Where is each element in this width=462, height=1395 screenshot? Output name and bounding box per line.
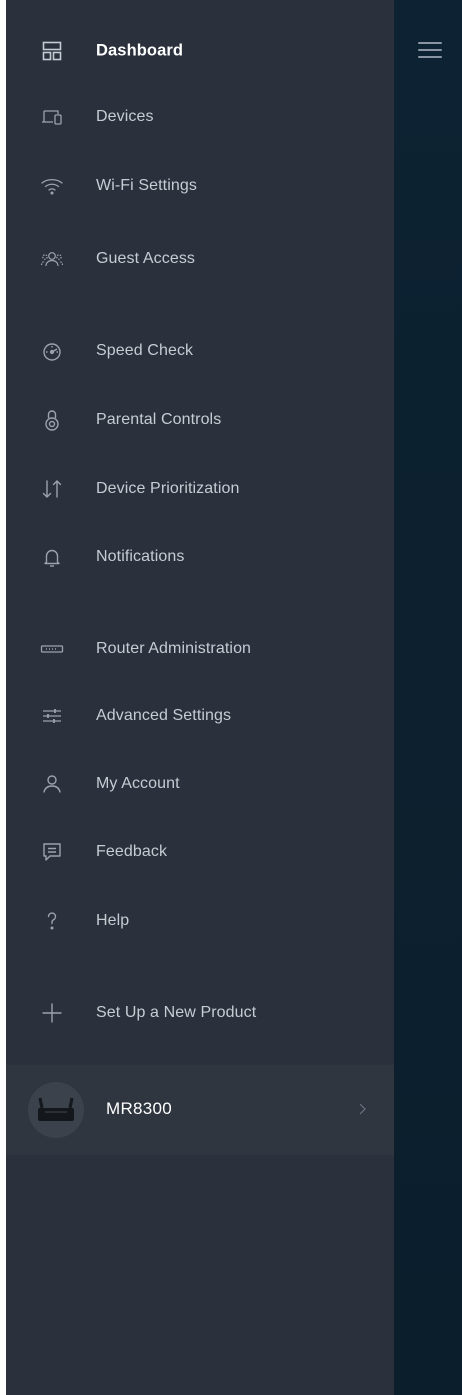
router-icon: [40, 637, 64, 661]
sidebar-item-label: Set Up a New Product: [96, 1004, 257, 1021]
sidebar-item-label: Dashboard: [96, 41, 184, 60]
sidebar-item-label: Feedback: [96, 843, 168, 860]
sidebar-item-set-up-new-product[interactable]: Set Up a New Product: [6, 991, 394, 1035]
router-list-item[interactable]: MR8300: [6, 1065, 394, 1155]
user-icon: [40, 772, 64, 796]
plus-icon: [40, 1001, 64, 1025]
dashboard-icon: [40, 39, 64, 63]
wifi-icon: [40, 174, 64, 198]
sidebar-item-help[interactable]: Help: [6, 899, 394, 943]
sidebar-item-router-administration[interactable]: Router Administration: [6, 627, 394, 671]
sidebar-item-label: Wi-Fi Settings: [96, 177, 197, 194]
sidebar-item-label: Parental Controls: [96, 411, 222, 428]
question-icon: [40, 909, 64, 933]
sidebar-item-label: Guest Access: [96, 250, 196, 267]
hamburger-menu-icon[interactable]: [418, 42, 442, 60]
router-name: MR8300: [106, 1099, 173, 1118]
router-avatar: [28, 1082, 84, 1138]
bell-icon: [40, 545, 64, 569]
sidebar-item-guest-access[interactable]: Guest Access: [6, 237, 394, 281]
chevron-right-icon: [356, 1101, 370, 1117]
guest-icon: [40, 247, 64, 271]
sidebar-item-label: Router Administration: [96, 640, 252, 657]
sidebar-item-parental-controls[interactable]: Parental Controls: [6, 398, 394, 442]
speedometer-icon: [40, 339, 64, 363]
sidebar-item-label: My Account: [96, 775, 180, 792]
sidebar-item-label: Help: [96, 912, 130, 929]
chat-icon: [40, 840, 64, 864]
sidebar-item-device-prioritization[interactable]: Device Prioritization: [6, 467, 394, 511]
lock-icon: [40, 408, 64, 432]
sidebar-item-label: Device Prioritization: [96, 480, 240, 497]
sidebar-item-label: Devices: [96, 108, 154, 125]
devices-icon: [40, 105, 64, 129]
sidebar-item-wifi-settings[interactable]: Wi-Fi Settings: [6, 164, 394, 208]
sidebar-item-advanced-settings[interactable]: Advanced Settings: [6, 694, 394, 738]
sidebar-item-notifications[interactable]: Notifications: [6, 535, 394, 579]
sidebar-item-dashboard[interactable]: Dashboard: [6, 29, 394, 73]
sidebar-item-label: Advanced Settings: [96, 707, 232, 724]
priority-arrows-icon: [40, 477, 64, 501]
sidebar-item-speed-check[interactable]: Speed Check: [6, 329, 394, 373]
main-content-panel: [394, 0, 462, 1395]
sidebar-item-my-account[interactable]: My Account: [6, 762, 394, 806]
sidebar-item-devices[interactable]: Devices: [6, 95, 394, 139]
app-frame: Dashboard Devices Wi-Fi Settings Guest A…: [6, 0, 462, 1395]
sidebar-item-feedback[interactable]: Feedback: [6, 830, 394, 874]
sidebar-item-label: Notifications: [96, 548, 185, 565]
sidebar-item-label: Speed Check: [96, 342, 194, 359]
sliders-icon: [40, 704, 64, 728]
